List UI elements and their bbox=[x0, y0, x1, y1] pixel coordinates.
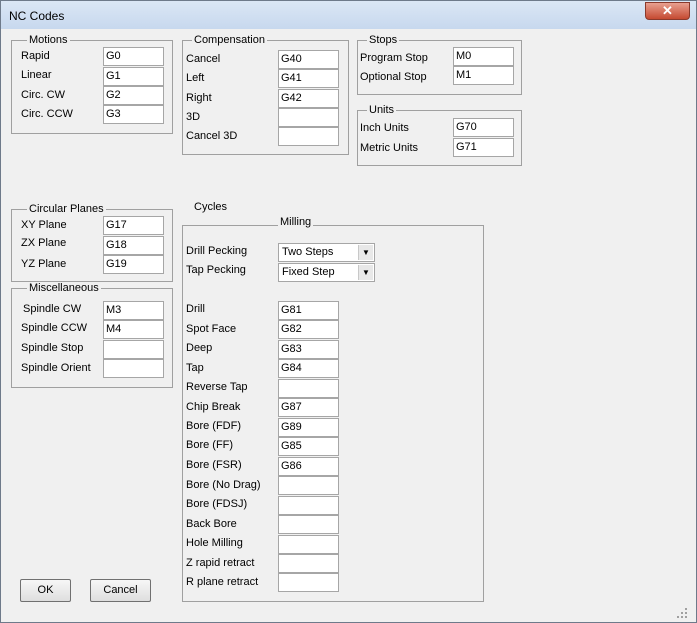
spindle-stop-label: Spindle Stop bbox=[21, 342, 84, 354]
zx-plane-code-field[interactable]: G18 bbox=[103, 236, 164, 255]
spindle-stop-code-field[interactable] bbox=[103, 340, 164, 359]
circ-cw-label: Circ. CW bbox=[21, 89, 65, 101]
chevron-down-icon[interactable]: ▼ bbox=[358, 265, 373, 280]
spindle-ccw-code-field[interactable]: M4 bbox=[103, 320, 164, 339]
tap-pecking-select[interactable]: Fixed Step ▼ bbox=[278, 263, 375, 282]
chevron-down-icon[interactable]: ▼ bbox=[358, 245, 373, 260]
linear-code-field[interactable]: G1 bbox=[103, 67, 164, 86]
circ-ccw-code-field[interactable]: G3 bbox=[103, 105, 164, 124]
optional-stop-code-field[interactable]: M1 bbox=[453, 66, 514, 85]
back-bore-code-field[interactable] bbox=[278, 515, 339, 534]
left-comp-code-field[interactable]: G41 bbox=[278, 69, 339, 88]
cancel-3d-code-field[interactable] bbox=[278, 127, 339, 146]
spindle-cw-code-field[interactable]: M3 bbox=[103, 301, 164, 320]
bore-fsr-code-field[interactable]: G86 bbox=[278, 457, 339, 476]
bore-fdf-code-field[interactable]: G89 bbox=[278, 418, 339, 437]
tap-pecking-value: Fixed Step bbox=[282, 266, 335, 278]
chip-break-code-field[interactable]: G87 bbox=[278, 398, 339, 417]
program-stop-code-field[interactable]: M0 bbox=[453, 47, 514, 66]
bore-fsr-label: Bore (FSR) bbox=[186, 459, 242, 471]
reverse-tap-code-field[interactable] bbox=[278, 379, 339, 398]
milling-legend: Milling bbox=[278, 216, 314, 228]
cancel-button[interactable]: Cancel bbox=[90, 579, 151, 602]
rapid-code-field[interactable]: G0 bbox=[103, 47, 164, 66]
z-rapid-retract-code-field[interactable] bbox=[278, 554, 339, 573]
comp-3d-label: 3D bbox=[186, 111, 201, 123]
nc-codes-dialog: NC Codes ✕ Motions Rapid G0 Linear G1 Ci… bbox=[0, 0, 697, 623]
drill-pecking-value: Two Steps bbox=[282, 246, 334, 258]
spindle-ccw-label: Spindle CCW bbox=[21, 322, 88, 334]
linear-label: Linear bbox=[21, 69, 52, 81]
cancel-comp-code-field[interactable]: G40 bbox=[278, 50, 339, 69]
r-plane-retract-code-field[interactable] bbox=[278, 573, 339, 592]
close-icon: ✕ bbox=[662, 3, 673, 18]
zx-plane-label: ZX Plane bbox=[21, 237, 67, 249]
xy-plane-code-field[interactable]: G17 bbox=[103, 216, 164, 235]
metric-units-code-field[interactable]: G71 bbox=[453, 138, 514, 157]
back-bore-label: Back Bore bbox=[186, 518, 237, 530]
metric-units-label: Metric Units bbox=[360, 142, 419, 154]
inch-units-label: Inch Units bbox=[360, 122, 409, 134]
reverse-tap-label: Reverse Tap bbox=[186, 381, 248, 393]
tap-code-field[interactable]: G84 bbox=[278, 359, 339, 378]
bore-fdsj-label: Bore (FDSJ) bbox=[186, 498, 248, 510]
circular-planes-legend: Circular Planes bbox=[27, 203, 106, 215]
hole-milling-label: Hole Milling bbox=[186, 537, 243, 549]
circ-ccw-label: Circ. CCW bbox=[21, 108, 73, 120]
z-rapid-retract-label: Z rapid retract bbox=[186, 557, 255, 569]
spindle-orient-code-field[interactable] bbox=[103, 359, 164, 378]
ok-button[interactable]: OK bbox=[20, 579, 71, 602]
right-comp-label: Right bbox=[186, 92, 212, 104]
drill-code-field[interactable]: G81 bbox=[278, 301, 339, 320]
program-stop-label: Program Stop bbox=[360, 52, 428, 64]
chip-break-label: Chip Break bbox=[186, 401, 241, 413]
circ-cw-code-field[interactable]: G2 bbox=[103, 86, 164, 105]
yz-plane-label: YZ Plane bbox=[21, 258, 67, 270]
spindle-orient-label: Spindle Orient bbox=[21, 362, 91, 374]
bore-fdf-label: Bore (FDF) bbox=[186, 420, 241, 432]
cancel-3d-label: Cancel 3D bbox=[186, 130, 238, 142]
close-button[interactable]: ✕ bbox=[645, 2, 690, 20]
dialog-client: Motions Rapid G0 Linear G1 Circ. CW G2 C… bbox=[8, 29, 689, 615]
spot-face-code-field[interactable]: G82 bbox=[278, 320, 339, 339]
cancel-comp-label: Cancel bbox=[186, 53, 221, 65]
spindle-cw-label: Spindle CW bbox=[23, 303, 82, 315]
motions-legend: Motions bbox=[27, 34, 70, 46]
rapid-label: Rapid bbox=[21, 50, 50, 62]
compensation-legend: Compensation bbox=[192, 34, 267, 46]
r-plane-retract-label: R plane retract bbox=[186, 576, 259, 588]
bore-ff-code-field[interactable]: G85 bbox=[278, 437, 339, 456]
spot-face-label: Spot Face bbox=[186, 323, 237, 335]
left-comp-label: Left bbox=[186, 72, 205, 84]
tap-label: Tap bbox=[186, 362, 204, 374]
drill-pecking-select[interactable]: Two Steps ▼ bbox=[278, 243, 375, 262]
tap-pecking-label: Tap Pecking bbox=[186, 264, 246, 276]
inch-units-code-field[interactable]: G70 bbox=[453, 118, 514, 137]
stops-legend: Stops bbox=[367, 34, 400, 46]
cycles-label: Cycles bbox=[194, 201, 228, 213]
hole-milling-code-field[interactable] bbox=[278, 535, 339, 554]
yz-plane-code-field[interactable]: G19 bbox=[103, 255, 164, 274]
comp-3d-code-field[interactable] bbox=[278, 108, 339, 127]
xy-plane-label: XY Plane bbox=[21, 219, 67, 231]
right-comp-code-field[interactable]: G42 bbox=[278, 89, 339, 108]
window-title: NC Codes bbox=[9, 9, 65, 23]
bore-fdsj-code-field[interactable] bbox=[278, 496, 339, 515]
bore-no-drag-code-field[interactable] bbox=[278, 476, 339, 495]
title-bar[interactable]: NC Codes ✕ bbox=[1, 1, 696, 29]
resize-grip-icon[interactable] bbox=[676, 607, 688, 619]
bore-no-drag-label: Bore (No Drag) bbox=[186, 479, 261, 491]
bore-ff-label: Bore (FF) bbox=[186, 439, 234, 451]
units-legend: Units bbox=[367, 104, 397, 116]
optional-stop-label: Optional Stop bbox=[360, 71, 427, 83]
deep-label: Deep bbox=[186, 342, 213, 354]
deep-code-field[interactable]: G83 bbox=[278, 340, 339, 359]
drill-pecking-label: Drill Pecking bbox=[186, 245, 248, 257]
miscellaneous-legend: Miscellaneous bbox=[27, 282, 101, 294]
drill-label: Drill bbox=[186, 303, 205, 315]
